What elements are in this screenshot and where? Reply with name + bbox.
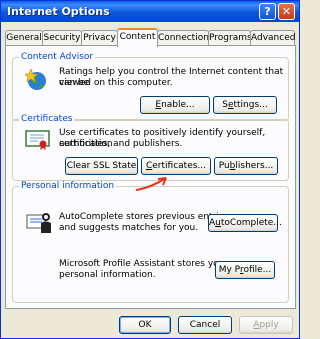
enable-button[interactable]: Enable... bbox=[140, 96, 210, 114]
certificate-icon bbox=[25, 130, 50, 150]
content-advisor-group: Content Advisor Ratings help you control… bbox=[12, 52, 289, 121]
certificates-legend: Certificates bbox=[19, 114, 75, 125]
tab-content[interactable]: Content bbox=[117, 28, 158, 47]
personal-information-group: Personal information AutoComplete stores… bbox=[12, 181, 289, 303]
tab-privacy[interactable]: Privacy bbox=[81, 30, 118, 45]
autocomplete-text-line1: AutoComplete stores previous entries bbox=[59, 212, 229, 222]
tab-security[interactable]: Security bbox=[42, 30, 82, 45]
tab-advanced[interactable]: Advanced bbox=[250, 30, 295, 45]
clear-ssl-state-button[interactable]: Clear SSL State bbox=[65, 157, 138, 175]
publishers-button[interactable]: Publishers... bbox=[214, 157, 278, 175]
ok-button[interactable]: OK bbox=[119, 316, 171, 334]
certificates-text-line2: authorities, and publishers. bbox=[59, 139, 183, 149]
content-tab-panel: Content Advisor Ratings help you control… bbox=[5, 45, 296, 309]
window-title: Internet Options bbox=[7, 5, 110, 18]
my-profile-button[interactable]: My Profile... bbox=[215, 261, 275, 279]
tab-connections[interactable]: Connections bbox=[157, 30, 214, 45]
autocomplete-button[interactable]: AutoComplete... bbox=[208, 214, 282, 232]
personal-information-legend: Personal information bbox=[19, 181, 117, 192]
profile-text-line2: personal information. bbox=[59, 270, 156, 280]
tab-programs[interactable]: Programs bbox=[208, 30, 252, 45]
content-advisor-text-line2: viewed on this computer. bbox=[59, 78, 173, 88]
help-button[interactable]: ? bbox=[259, 3, 276, 20]
tab-general[interactable]: General bbox=[5, 30, 43, 45]
close-icon: ✕ bbox=[281, 5, 292, 18]
content-advisor-globe-icon bbox=[25, 68, 46, 90]
content-advisor-legend: Content Advisor bbox=[19, 52, 96, 63]
cancel-button[interactable]: Cancel bbox=[178, 316, 232, 334]
title-bar[interactable]: Internet Options ? ✕ bbox=[1, 1, 299, 22]
settings-button[interactable]: Settings... bbox=[213, 96, 277, 114]
close-button[interactable]: ✕ bbox=[278, 3, 295, 20]
profile-text-line1: Microsoft Profile Assistant stores your bbox=[59, 259, 229, 269]
internet-options-window: Internet Options ? ✕ General Security Pr… bbox=[0, 0, 300, 339]
help-icon: ? bbox=[264, 5, 271, 18]
annotation-arrow bbox=[135, 177, 167, 191]
autocomplete-icon bbox=[26, 213, 51, 233]
apply-button[interactable]: Apply bbox=[239, 316, 293, 334]
autocomplete-text-line2: and suggests matches for you. bbox=[59, 223, 199, 233]
